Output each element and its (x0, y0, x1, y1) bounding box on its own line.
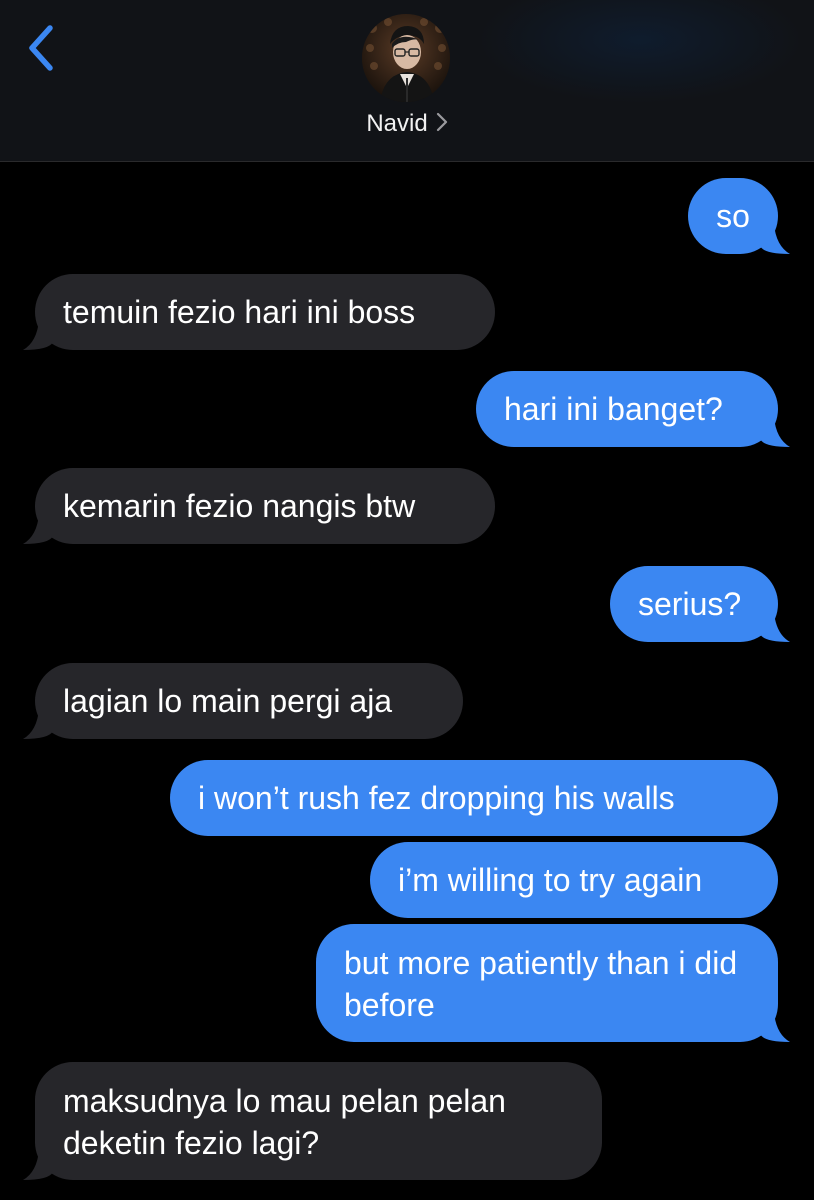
bubble-tail (760, 1012, 790, 1042)
bubble-tail (760, 612, 790, 642)
avatar-image (362, 14, 450, 102)
message-bubble-sent[interactable]: serius? (610, 566, 790, 642)
contact-name-button[interactable]: Navid (0, 108, 814, 141)
message-bubble-received[interactable]: maksudnya lo mau pelan pelan deketin fez… (23, 1062, 602, 1180)
bubble-tail (760, 417, 790, 447)
message-text: but more patiently than i did before (344, 945, 738, 1023)
contact-name: Navid (366, 110, 428, 137)
message-text: temuin fezio hari ini boss (63, 294, 416, 330)
message-bubble-sent[interactable]: i’m willing to try again (370, 842, 778, 918)
message-bubble-sent[interactable]: hari ini banget? (476, 371, 790, 447)
bubble-tail (760, 224, 790, 254)
bubble-tail (23, 320, 53, 350)
avatar[interactable] (362, 14, 450, 102)
message-bubble-sent[interactable]: i won’t rush fez dropping his walls (170, 760, 778, 836)
message-text: maksudnya lo mau pelan pelan deketin fez… (63, 1083, 506, 1161)
message-bubble-received[interactable]: kemarin fezio nangis btw (23, 468, 495, 544)
back-button[interactable] (22, 22, 62, 74)
bubble-tail (23, 514, 53, 544)
message-text: i’m willing to try again (398, 862, 703, 898)
chevron-right-icon (436, 112, 447, 132)
conversation-header: Navid (0, 0, 814, 162)
message-bubble-received[interactable]: lagian lo main pergi aja (23, 663, 463, 739)
bubble-tail (23, 709, 53, 739)
message-bubble-sent[interactable]: but more patiently than i did before (316, 924, 790, 1042)
message-bubble-received[interactable]: temuin fezio hari ini boss (23, 274, 495, 350)
message-text: i won’t rush fez dropping his walls (198, 780, 675, 816)
message-text: serius? (638, 586, 742, 622)
message-text: lagian lo main pergi aja (63, 683, 393, 719)
message-list[interactable]: so temuin fezio hari ini boss hari ini b… (0, 162, 814, 1200)
bubble-tail (23, 1150, 53, 1180)
chevron-left-icon (29, 25, 53, 71)
message-text: hari ini banget? (504, 391, 723, 427)
message-bubble-sent[interactable]: so (688, 178, 790, 254)
message-text: kemarin fezio nangis btw (63, 488, 416, 524)
message-text: so (716, 198, 750, 234)
